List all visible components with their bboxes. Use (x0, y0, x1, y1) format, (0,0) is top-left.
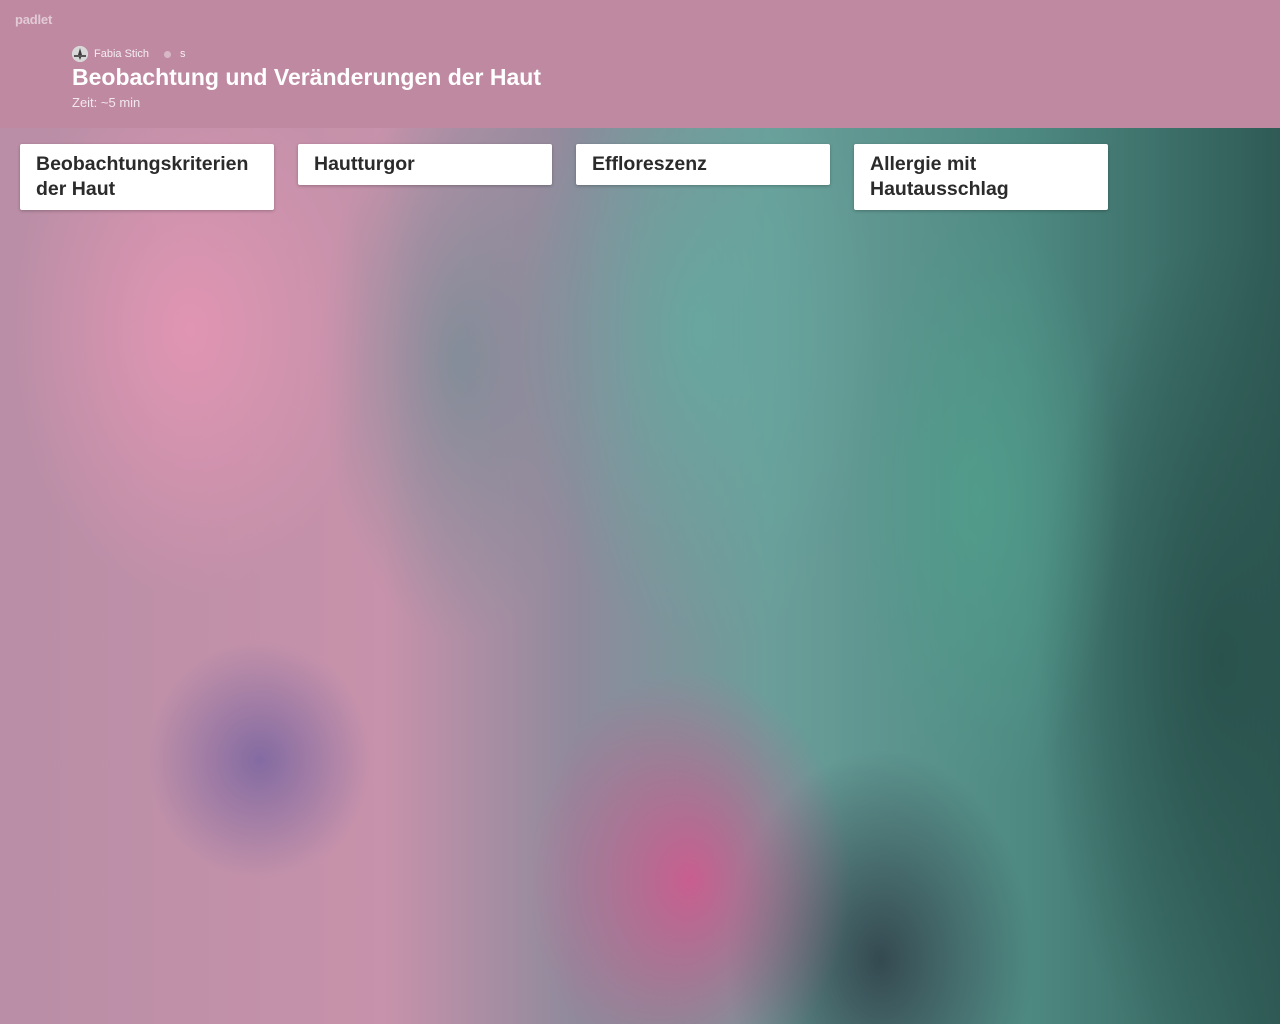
column-header-hautturgor[interactable]: Hautturgor (298, 144, 552, 185)
column-header-beobachtungskriterien[interactable]: Beobachtungskriterien der Haut (20, 144, 274, 210)
page-subtitle: Zeit: ~5 min (72, 95, 141, 110)
padlet-logo[interactable]: padlet (15, 12, 52, 27)
page-title: Beobachtung und Veränderungen der Haut (72, 64, 541, 90)
separator-dot (164, 50, 172, 58)
column-header-allergie[interactable]: Allergie mit Hautausschlag (854, 144, 1108, 210)
wall-background: padlet Fabia Stich s Beobachtung und Ver… (0, 0, 1280, 1024)
header-bar: padlet Fabia Stich s Beobachtung und Ver… (0, 0, 1280, 128)
avatar[interactable] (72, 46, 88, 62)
author-name[interactable]: Fabia Stich (94, 48, 149, 60)
avatar-icon (72, 46, 88, 62)
author-extra: s (180, 48, 186, 60)
author-row: Fabia Stich s (72, 46, 186, 62)
column-header-effloreszenz[interactable]: Effloreszenz (576, 144, 830, 185)
